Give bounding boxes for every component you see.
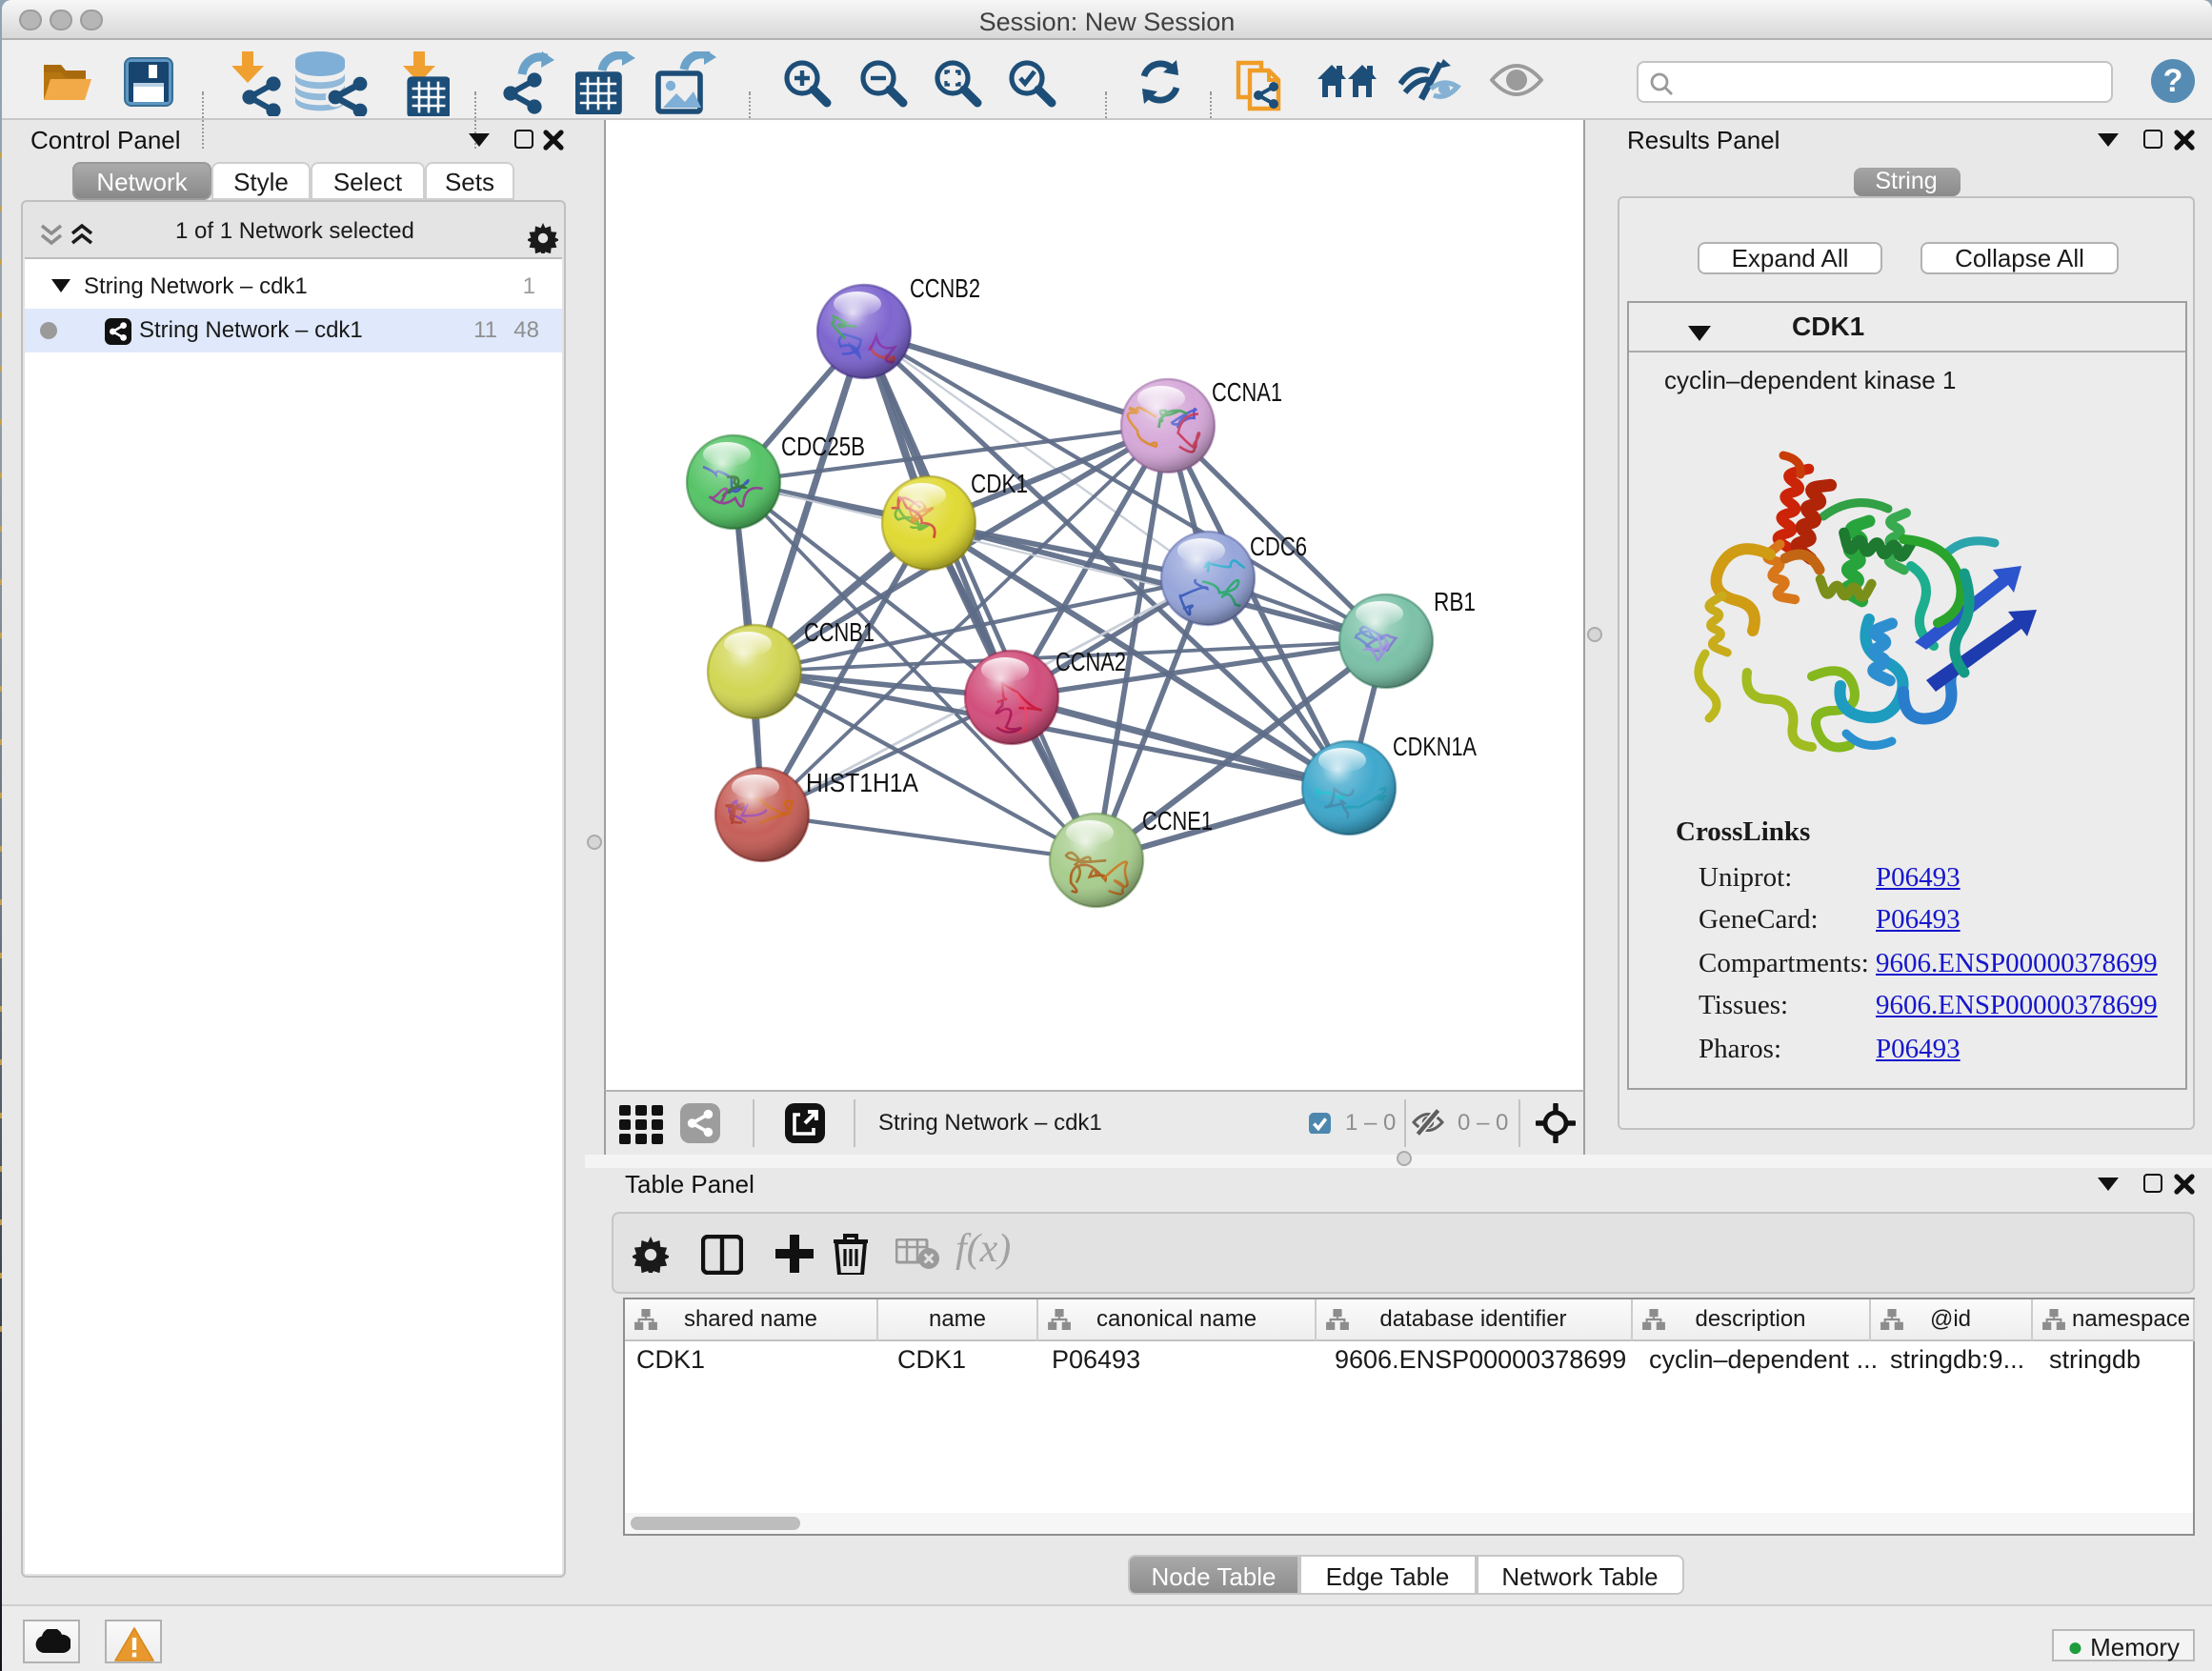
svg-text:CDK1: CDK1: [971, 468, 1028, 497]
svg-text:CCNE1: CCNE1: [1142, 805, 1213, 835]
svg-text:CDC6: CDC6: [1250, 531, 1307, 560]
svg-text:CDC25B: CDC25B: [781, 431, 865, 460]
svg-text:CDKN1A: CDKN1A: [1393, 731, 1477, 760]
svg-text:HIST1H1A: HIST1H1A: [806, 767, 918, 796]
svg-text:CCNB2: CCNB2: [910, 272, 980, 302]
svg-text:CCNB1: CCNB1: [804, 616, 875, 646]
svg-text:?: ?: [2163, 63, 2183, 99]
svg-text:RB1: RB1: [1434, 586, 1476, 615]
svg-text:CCNA2: CCNA2: [1056, 646, 1126, 675]
svg-text:CCNA1: CCNA1: [1212, 376, 1282, 406]
